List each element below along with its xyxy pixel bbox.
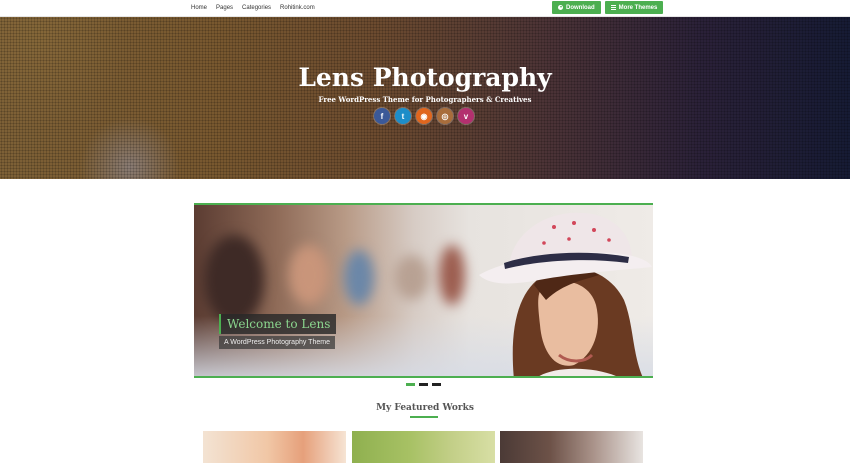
more-themes-label: More Themes <box>618 4 658 11</box>
slider-dot[interactable] <box>419 383 428 386</box>
featured-heading: My Featured Works <box>376 403 474 413</box>
portrait-photo <box>479 212 652 376</box>
blur-shape <box>204 235 264 325</box>
slider-dot[interactable] <box>406 383 415 386</box>
facebook-icon[interactable]: f <box>374 108 390 124</box>
nav-pages[interactable]: Pages <box>216 4 233 12</box>
download-button[interactable]: Download <box>552 1 601 14</box>
nav-home[interactable]: Home <box>191 4 207 12</box>
blur-shape <box>344 250 374 305</box>
slider-dot[interactable] <box>432 383 441 386</box>
rss-icon[interactable]: ◉ <box>416 108 432 124</box>
slide-image <box>194 205 653 376</box>
nav-rohitink[interactable]: Rohitink.com <box>280 4 315 12</box>
site-tagline: Free WordPress Theme for Photographers &… <box>318 95 532 104</box>
featured-thumbnail[interactable] <box>500 431 643 463</box>
featured-thumbnail[interactable] <box>203 431 346 463</box>
blur-shape <box>439 245 465 305</box>
blur-shape <box>394 255 429 300</box>
image-slider[interactable] <box>194 203 653 378</box>
vimeo-icon[interactable]: v <box>458 108 474 124</box>
social-icons: f t ◉ ◎ v <box>374 108 474 124</box>
top-navigation: Home Pages Categories Rohitink.com <box>191 4 315 12</box>
hero-header: Lens Photography Free WordPress Theme fo… <box>0 17 850 179</box>
slider-pagination <box>406 383 441 386</box>
blur-shape <box>289 245 329 305</box>
slide-caption-title[interactable]: Welcome to Lens <box>219 314 337 334</box>
featured-thumbnail[interactable] <box>352 431 495 463</box>
nav-categories[interactable]: Categories <box>242 4 271 12</box>
site-title[interactable]: Lens Photography <box>0 63 850 92</box>
more-themes-button[interactable]: More Themes <box>604 1 664 14</box>
list-icon <box>610 5 616 10</box>
top-bar: Home Pages Categories Rohitink.com Downl… <box>0 0 850 17</box>
download-icon <box>558 5 563 10</box>
instagram-icon[interactable]: ◎ <box>437 108 453 124</box>
heading-underline <box>410 416 438 418</box>
top-buttons: Download More Themes <box>552 1 664 14</box>
twitter-icon[interactable]: t <box>395 108 411 124</box>
slide-caption-subtitle: A WordPress Photography Theme <box>219 336 335 349</box>
download-label: Download <box>566 4 595 11</box>
